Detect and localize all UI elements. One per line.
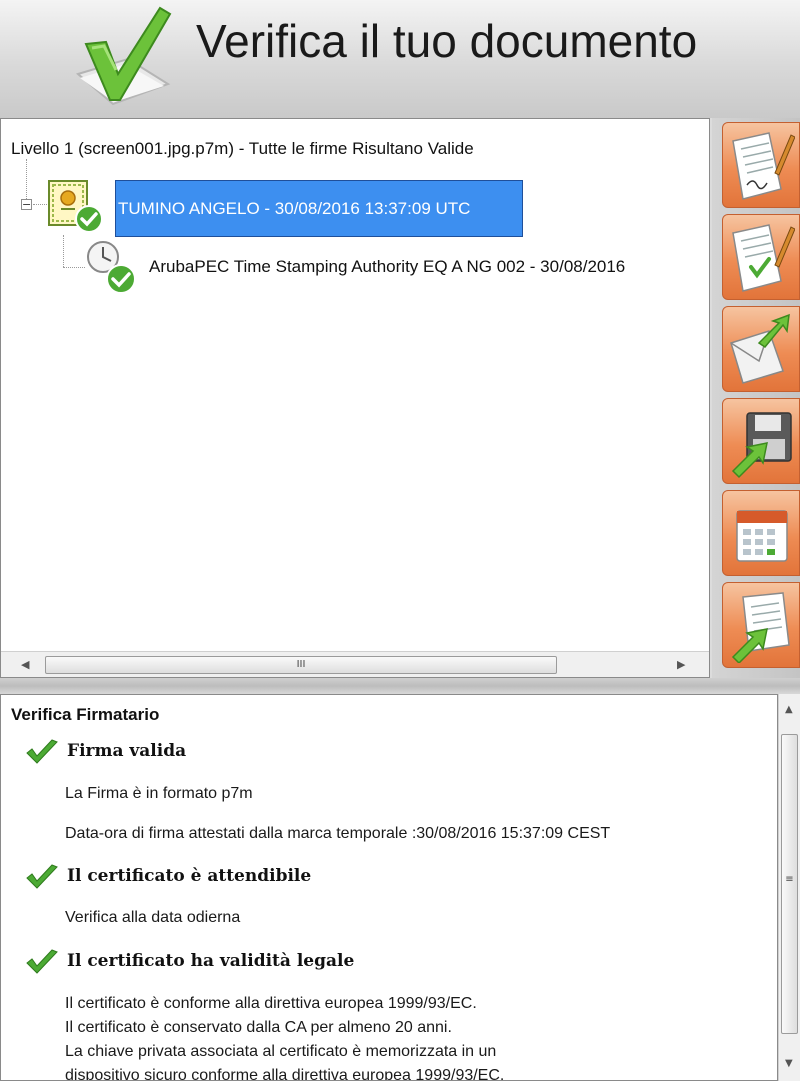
detail-line: Il certificato è conservato dalla CA per… bbox=[65, 1019, 452, 1036]
check-heading: Il certificato è attendibile bbox=[67, 866, 312, 886]
detail-line: Data-ora di firma attestati dalla marca … bbox=[65, 825, 611, 842]
page-title: Verifica il tuo documento bbox=[196, 15, 698, 67]
tree-connector bbox=[26, 159, 27, 199]
app-header: Verifica il tuo documento bbox=[0, 0, 800, 118]
vertical-scrollbar[interactable]: ▲ ≡ ▼ bbox=[778, 694, 800, 1081]
scroll-thumb[interactable]: III bbox=[45, 656, 557, 674]
tree-connector bbox=[63, 267, 85, 268]
scroll-up-icon[interactable]: ▲ bbox=[785, 704, 793, 715]
tree-connector bbox=[63, 235, 64, 267]
detail-line: La chiave privata associata al certifica… bbox=[65, 1043, 497, 1060]
scroll-down-icon[interactable]: ▼ bbox=[785, 1058, 793, 1069]
green-check-icon bbox=[26, 739, 58, 764]
details-title: Verifica Firmatario bbox=[11, 705, 160, 724]
envelope-arrow-icon bbox=[730, 313, 790, 384]
sign-document-button[interactable] bbox=[722, 122, 800, 208]
calendar-icon bbox=[736, 510, 788, 562]
send-email-button[interactable] bbox=[722, 306, 800, 392]
calendar-button[interactable] bbox=[722, 490, 800, 576]
signature-tree-panel: Livello 1 (screen001.jpg.p7m) - Tutte le… bbox=[0, 118, 710, 678]
green-check-icon bbox=[26, 864, 58, 889]
green-check-icon bbox=[26, 949, 58, 974]
tree-connector bbox=[33, 204, 47, 205]
timestamp-node[interactable]: ArubaPEC Time Stamping Authority EQ A NG… bbox=[149, 257, 709, 277]
green-checkmark-document-icon bbox=[75, 6, 172, 106]
action-toolbar bbox=[712, 118, 800, 678]
tree-level-header: Livello 1 (screen001.jpg.p7m) - Tutte le… bbox=[11, 139, 474, 158]
clock-check-icon bbox=[87, 241, 136, 294]
certificate-check-icon bbox=[48, 180, 103, 233]
signer-details-panel: Verifica Firmatario Firma valida La Firm… bbox=[0, 694, 778, 1081]
save-document-button[interactable] bbox=[722, 398, 800, 484]
document-arrow-icon bbox=[731, 592, 790, 663]
verify-signature-button[interactable] bbox=[722, 214, 800, 300]
check-heading: Il certificato ha validità legale bbox=[67, 951, 355, 971]
detail-line: Verifica alla data odierna bbox=[65, 909, 241, 926]
document-check-pen-icon bbox=[732, 224, 795, 292]
floppy-arrow-icon bbox=[731, 412, 792, 479]
detail-line: dispositivo sicuro conforme alla diretti… bbox=[65, 1067, 505, 1081]
document-pen-icon bbox=[732, 132, 795, 200]
export-document-button[interactable] bbox=[722, 582, 800, 668]
scroll-thumb[interactable]: ≡ bbox=[781, 734, 798, 1034]
detail-line: Il certificato è conforme alla direttiva… bbox=[65, 995, 477, 1012]
check-heading: Firma valida bbox=[67, 741, 187, 761]
scroll-left-icon[interactable]: ◀ bbox=[21, 658, 29, 671]
collapse-node-button[interactable]: − bbox=[21, 199, 32, 210]
detail-line: La Firma è in formato p7m bbox=[65, 785, 253, 802]
panel-splitter[interactable] bbox=[0, 678, 800, 694]
signer-node[interactable]: TUMINO ANGELO - 30/08/2016 13:37:09 UTC bbox=[115, 180, 523, 237]
horizontal-scrollbar[interactable]: ◀ III ▶ bbox=[1, 651, 709, 677]
scroll-right-icon[interactable]: ▶ bbox=[677, 658, 685, 671]
